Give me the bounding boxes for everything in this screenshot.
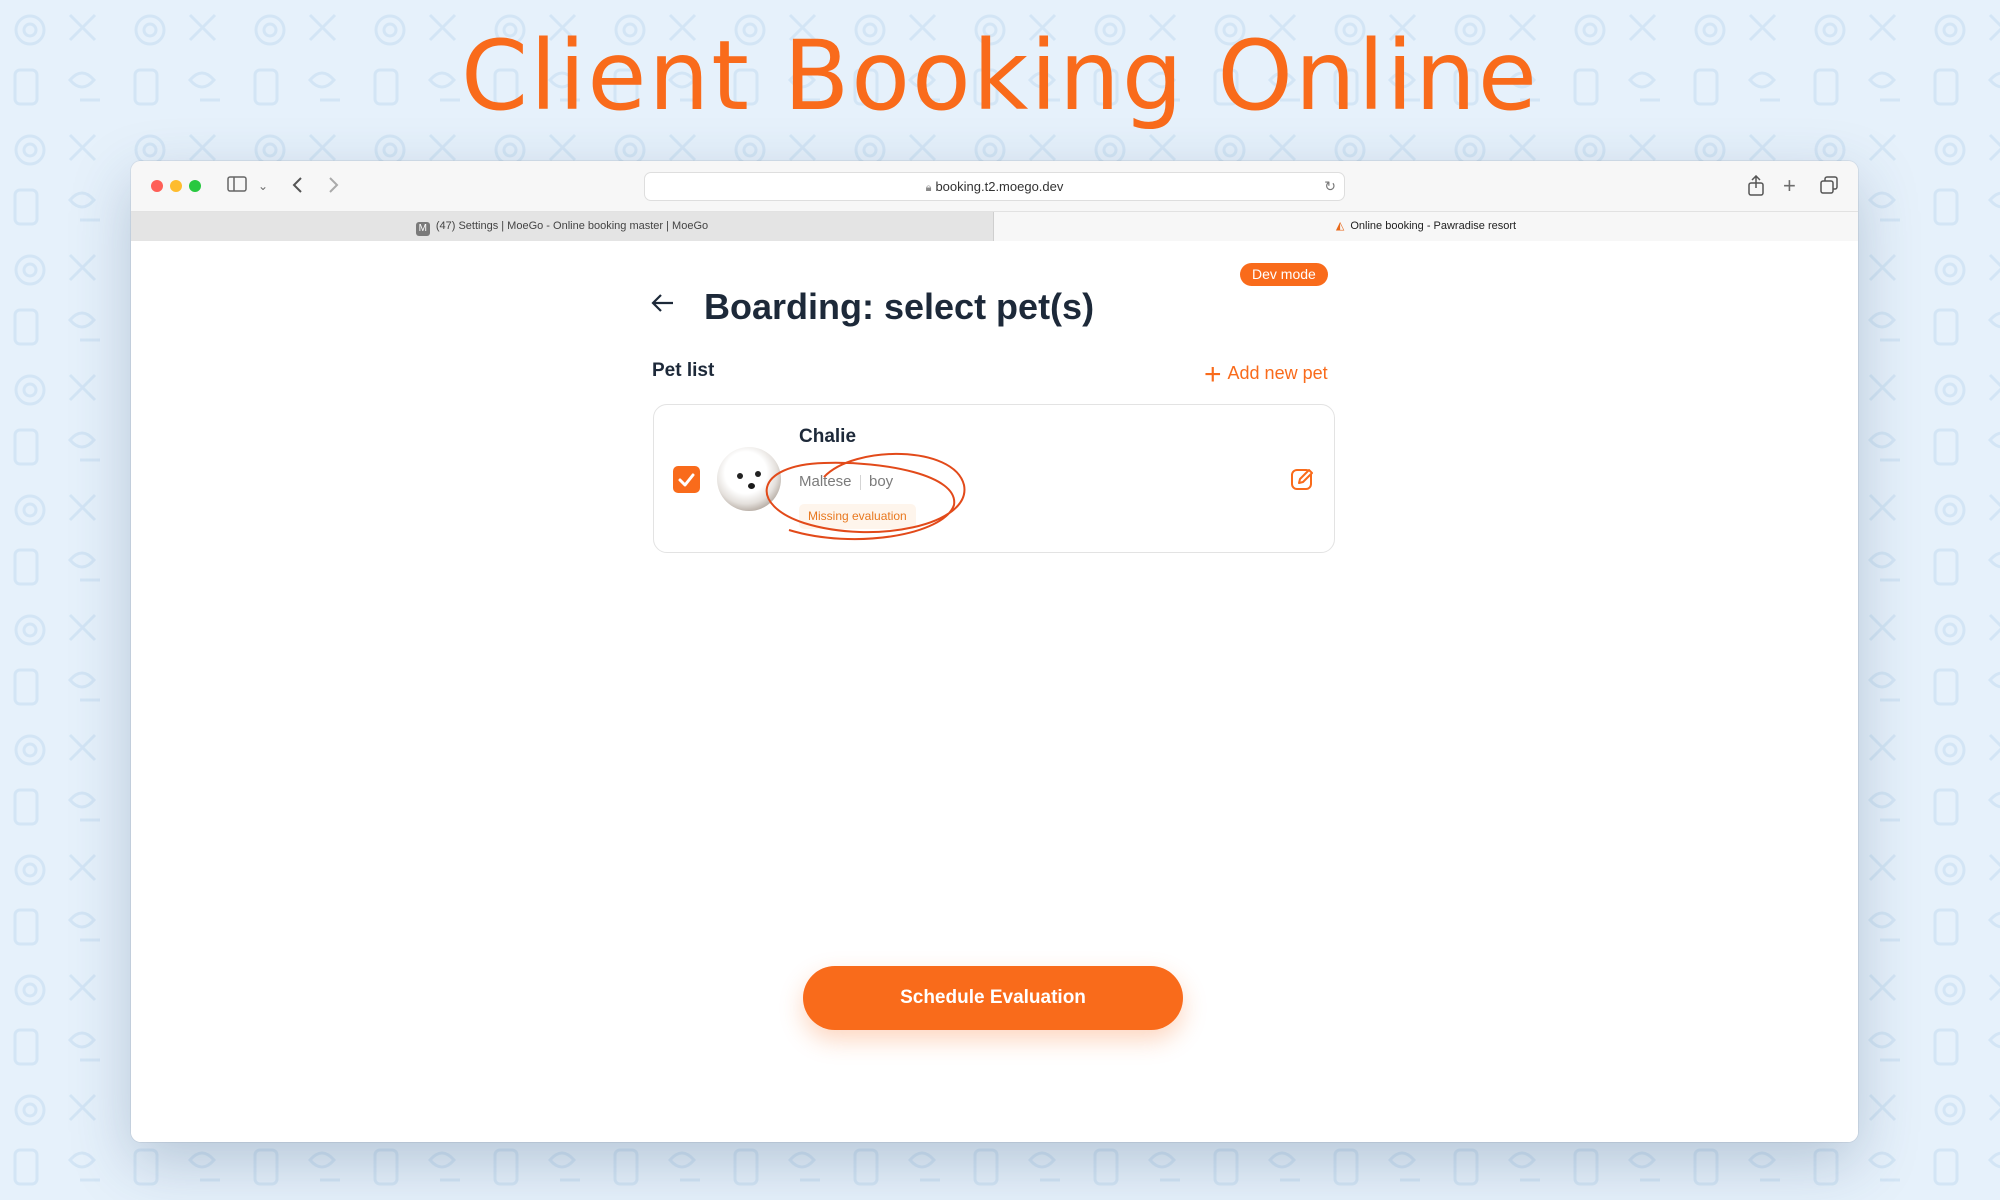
- forward-icon[interactable]: [326, 175, 340, 200]
- hero-title: Client Booking Online: [461, 20, 1539, 132]
- new-tab-icon[interactable]: +: [1783, 175, 1796, 197]
- tab-label: (47) Settings | MoeGo - Online booking m…: [435, 220, 709, 232]
- minimize-window-button[interactable]: [170, 180, 182, 192]
- share-icon[interactable]: [1747, 174, 1765, 202]
- pawradise-favicon: ◭: [1335, 220, 1345, 232]
- browser-toolbar: ⌄ 🔒︎ booking.t2.moego.dev ↻ +: [131, 161, 1858, 212]
- dev-mode-badge[interactable]: Dev mode: [1240, 263, 1328, 286]
- page-content: Dev mode Boarding: select pet(s) Pet lis…: [131, 242, 1858, 1142]
- pet-name: Chalie: [799, 426, 857, 447]
- checkmark-icon: [678, 473, 695, 487]
- moego-favicon: M: [415, 222, 430, 236]
- tab-bar: M (47) Settings | MoeGo - Online booking …: [131, 212, 1858, 241]
- pet-card[interactable]: Chalie Maltese boy Missing evaluation: [653, 404, 1335, 553]
- sidebar-icon[interactable]: [227, 175, 247, 198]
- back-icon[interactable]: [291, 175, 305, 200]
- missing-evaluation-badge: Missing evaluation: [799, 504, 916, 529]
- maximize-window-button[interactable]: [189, 180, 201, 192]
- pet-breed: Maltese: [799, 473, 852, 490]
- url-text: booking.t2.moego.dev: [935, 179, 1064, 194]
- tab-label: Online booking - Pawradise resort: [1350, 220, 1517, 232]
- reload-icon[interactable]: ↻: [1324, 173, 1336, 200]
- edit-icon[interactable]: [1288, 465, 1316, 493]
- back-arrow-icon[interactable]: [651, 290, 675, 321]
- tab-settings[interactable]: M (47) Settings | MoeGo - Online booking …: [131, 212, 994, 241]
- lock-icon: 🔒︎: [925, 182, 932, 194]
- divider: [860, 475, 861, 490]
- pet-avatar: [717, 447, 781, 511]
- page-title: Boarding: select pet(s): [704, 286, 1095, 327]
- pet-list-label: Pet list: [652, 360, 715, 381]
- pet-gender: boy: [869, 473, 894, 490]
- plus-icon: +: [1204, 358, 1222, 391]
- add-new-pet-label: Add new pet: [1227, 363, 1328, 383]
- browser-window: ⌄ 🔒︎ booking.t2.moego.dev ↻ + M (47) Setti…: [131, 161, 1858, 1142]
- close-window-button[interactable]: [151, 180, 163, 192]
- tabs-overview-icon[interactable]: [1819, 175, 1839, 200]
- chevron-down-icon[interactable]: ⌄: [258, 175, 268, 197]
- schedule-evaluation-button[interactable]: Schedule Evaluation: [803, 966, 1183, 1030]
- add-new-pet-button[interactable]: + Add new pet: [1204, 358, 1328, 392]
- address-bar[interactable]: 🔒︎ booking.t2.moego.dev ↻: [644, 172, 1345, 201]
- pet-select-checkbox[interactable]: [673, 466, 700, 493]
- tab-online-booking[interactable]: ◭ Online booking - Pawradise resort: [994, 212, 1858, 241]
